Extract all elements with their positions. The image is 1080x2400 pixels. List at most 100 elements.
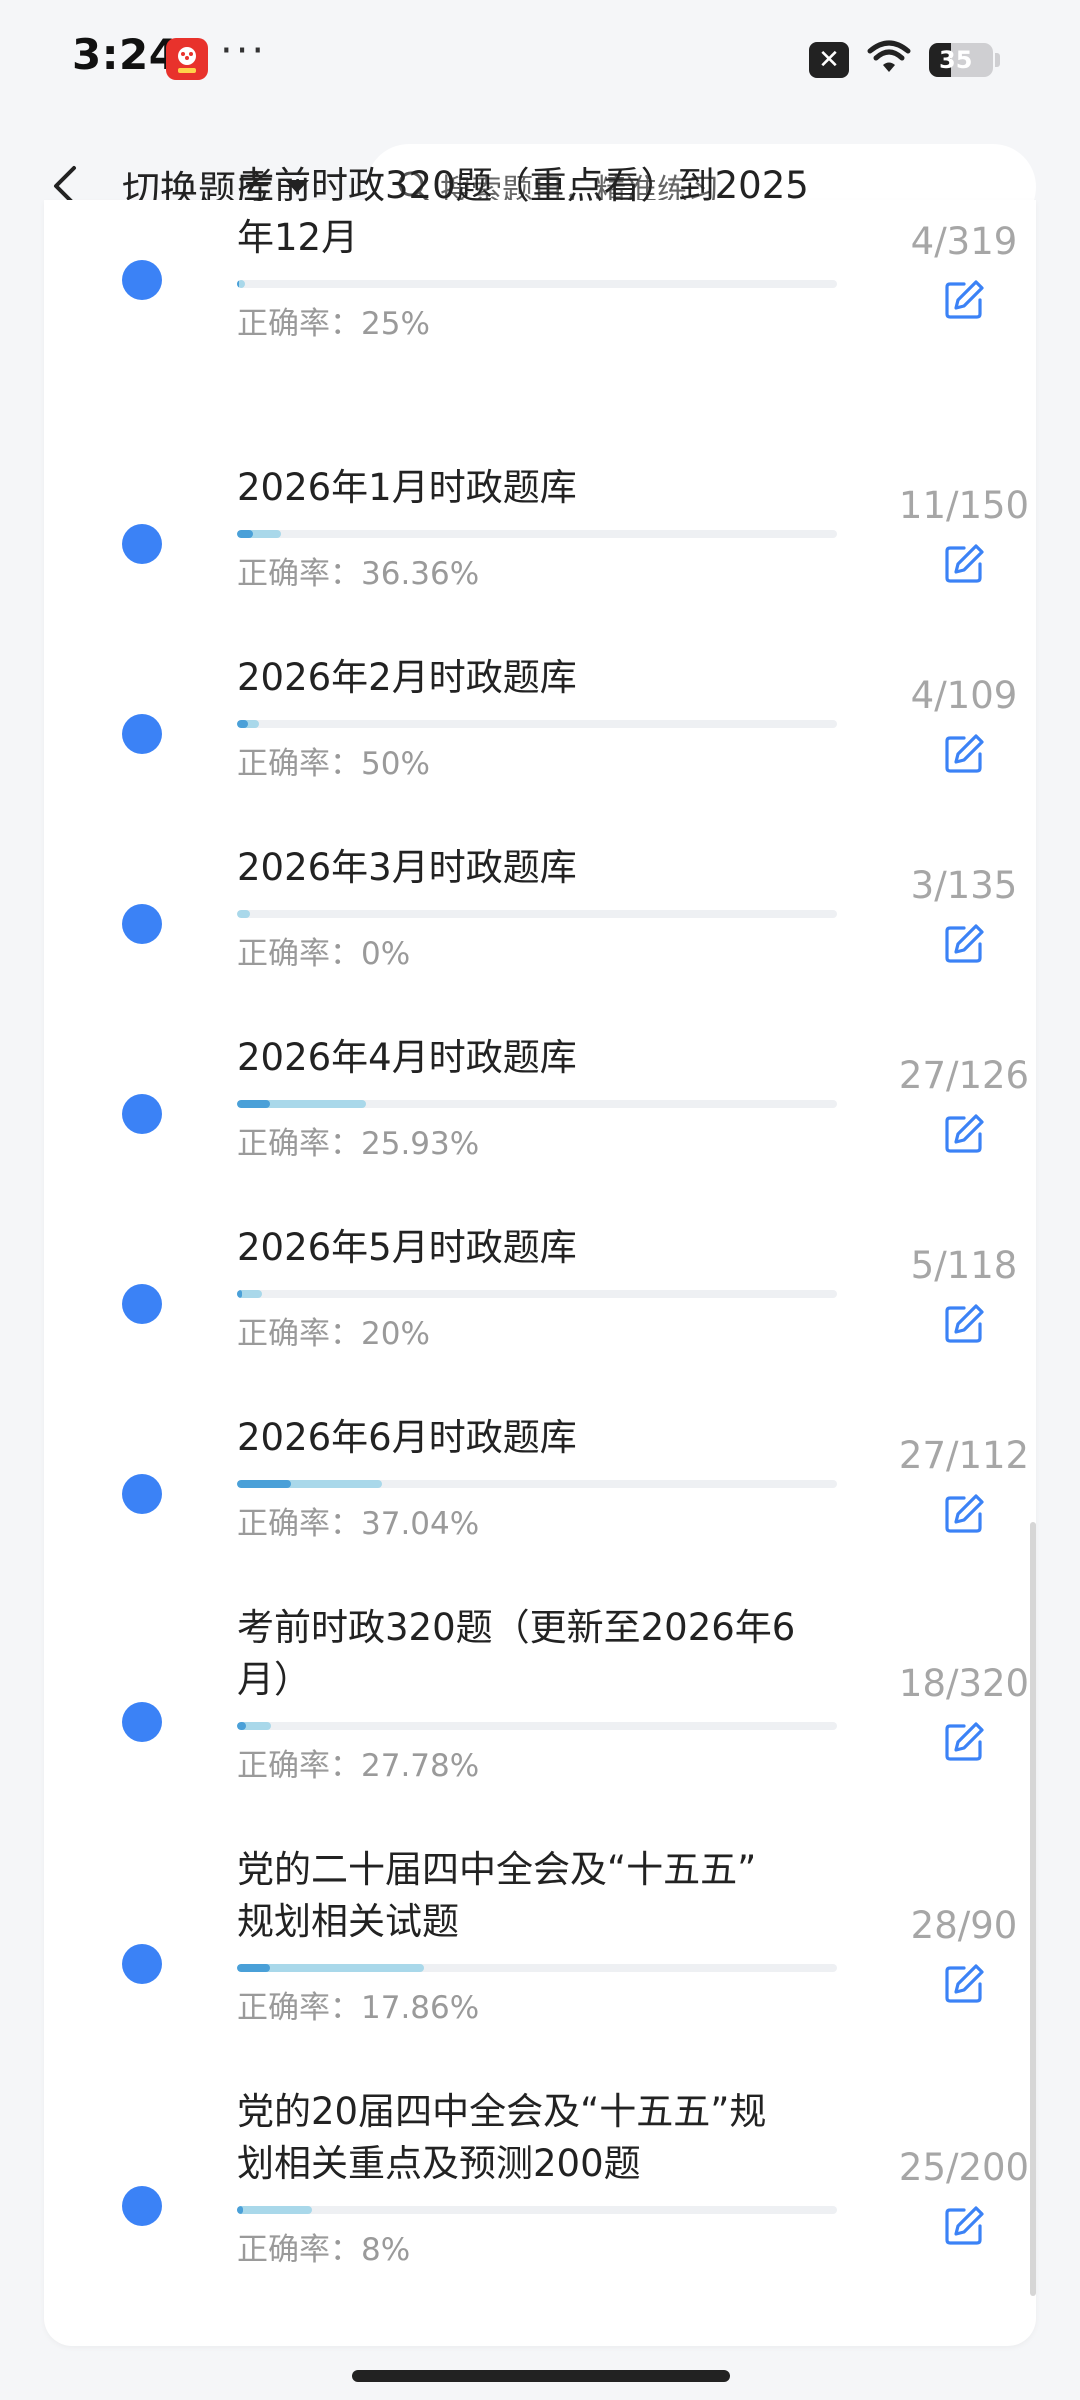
edit-icon	[945, 924, 984, 963]
question-bank-card: 考前时政320题（重点看）到2025 年12月正确率：25% 4/319 2026年1…	[44, 164, 1036, 2346]
accuracy-rate: 正确率：36.36%	[237, 556, 480, 592]
status-dot	[122, 524, 162, 564]
progress-correct	[237, 1480, 291, 1488]
status-dot	[122, 260, 162, 300]
question-bank-item[interactable]: 2026年4月时政题库正确率：25.93% 27/126	[44, 1032, 1036, 1222]
progress-count: 3/135	[910, 864, 1018, 907]
status-bar: 3:24 ··· ✕ 35	[0, 0, 1080, 120]
bank-title: 党的20届四中全会及“十五五”规 划相关重点及预测200题	[237, 2086, 877, 2190]
status-time: 3:24	[72, 30, 179, 79]
bank-title-line: 考前时政320题（重点看）到2025	[237, 164, 809, 207]
bank-title-line: 月）	[237, 1658, 311, 1701]
accuracy-rate: 正确率：25%	[237, 306, 430, 342]
status-dot	[122, 714, 162, 754]
status-dot	[122, 2186, 162, 2226]
practice-edit-button[interactable]	[914, 274, 1014, 326]
progress-bar	[237, 1722, 837, 1730]
question-bank-item[interactable]: 2026年5月时政题库正确率：20% 5/118	[44, 1222, 1036, 1412]
accuracy-rate: 正确率：37.04%	[237, 1506, 480, 1542]
progress-correct	[237, 720, 248, 728]
edit-icon	[945, 544, 984, 583]
bank-title: 考前时政320题（重点看）到2025 年12月	[237, 160, 877, 264]
progress-correct	[237, 280, 239, 288]
accuracy-rate: 正确率：27.78%	[237, 1748, 480, 1784]
more-notifications-icon: ···	[220, 28, 268, 74]
progress-bar	[237, 280, 837, 288]
practice-edit-button[interactable]	[914, 538, 1014, 590]
edit-icon	[945, 734, 984, 773]
progress-attempted	[237, 2206, 312, 2214]
status-dot	[122, 1284, 162, 1324]
question-bank-item[interactable]: 2026年3月时政题库 正确率：0% 3/135	[44, 842, 1036, 1032]
question-bank-item[interactable]: 党的20届四中全会及“十五五”规 划相关重点及预测200题 正确率：8% 25/200	[44, 2086, 1036, 2326]
bank-title: 2026年5月时政题库	[237, 1226, 577, 1269]
bank-title-line: 规划相关试题	[237, 1900, 459, 1943]
progress-bar	[237, 910, 837, 918]
progress-bar	[237, 1964, 837, 1972]
progress-count: 5/118	[910, 1244, 1018, 1287]
status-dot	[122, 1094, 162, 1134]
edit-icon	[945, 280, 984, 319]
practice-edit-button[interactable]	[914, 1298, 1014, 1350]
progress-bar	[237, 1290, 837, 1298]
edit-icon	[945, 1304, 984, 1343]
bank-title: 2026年1月时政题库	[237, 466, 577, 509]
wifi-icon	[867, 40, 911, 80]
practice-edit-button[interactable]	[914, 1108, 1014, 1160]
question-bank-item[interactable]: 2026年2月时政题库正确率：50% 4/109	[44, 652, 1036, 842]
bank-title-line: 考前时政320题（更新至2026年6	[237, 1606, 796, 1649]
edit-icon	[945, 1964, 984, 2003]
shopping-app-icon	[166, 38, 208, 80]
status-dot	[122, 1944, 162, 1984]
progress-bar	[237, 530, 837, 538]
close-box-icon: ✕	[809, 42, 849, 78]
question-bank-item[interactable]: 党的二十届四中全会及“十五五” 规划相关试题 正确率：17.86% 28/90	[44, 1844, 1036, 2084]
progress-correct	[237, 2206, 243, 2214]
practice-edit-button[interactable]	[914, 918, 1014, 970]
edit-icon	[945, 2206, 984, 2245]
progress-correct	[237, 1964, 271, 1972]
accuracy-rate: 正确率：50%	[237, 746, 430, 782]
progress-bar	[237, 1480, 837, 1488]
progress-count: 4/319	[910, 220, 1018, 263]
progress-bar	[237, 1100, 837, 1108]
progress-bar	[237, 2206, 837, 2214]
accuracy-rate: 正确率：25.93%	[237, 1126, 480, 1162]
accuracy-rate: 正确率：8%	[237, 2232, 411, 2268]
question-bank-item[interactable]: 考前时政320题（更新至2026年6 月） 正确率：27.78% 18/320	[44, 1602, 1036, 1842]
edit-icon	[945, 1494, 984, 1533]
practice-edit-button[interactable]	[914, 2200, 1014, 2252]
progress-count: 4/109	[910, 674, 1018, 717]
accuracy-rate: 正确率：17.86%	[237, 1990, 480, 2026]
practice-edit-button[interactable]	[914, 1488, 1014, 1540]
bank-title: 2026年6月时政题库	[237, 1416, 577, 1459]
status-dot	[122, 1474, 162, 1514]
edit-icon	[945, 1722, 984, 1761]
bank-title-line: 年12月	[237, 216, 359, 259]
practice-edit-button[interactable]	[914, 1958, 1014, 2010]
progress-attempted	[237, 910, 251, 918]
practice-edit-button[interactable]	[914, 1716, 1014, 1768]
bank-title-line: 划相关重点及预测200题	[237, 2142, 641, 2185]
battery-level: 35	[939, 46, 973, 74]
battery-icon: 35	[929, 43, 993, 77]
bank-title: 党的二十届四中全会及“十五五” 规划相关试题	[237, 1844, 877, 1948]
scrollbar[interactable]	[1030, 1522, 1036, 2296]
progress-count: 11/150	[898, 484, 1030, 527]
bank-title-line: 党的二十届四中全会及“十五五”	[237, 1848, 757, 1891]
edit-icon	[945, 1114, 984, 1153]
question-bank-item[interactable]: 2026年6月时政题库 正确率：37.04% 27/112	[44, 1412, 1036, 1602]
progress-correct	[237, 1290, 243, 1298]
bank-title: 2026年2月时政题库	[237, 656, 577, 699]
bank-title: 2026年4月时政题库	[237, 1036, 577, 1079]
accuracy-rate: 正确率：20%	[237, 1316, 430, 1352]
progress-bar	[237, 720, 837, 728]
question-bank-item[interactable]: 2026年1月时政题库正确率：36.36% 11/150	[44, 462, 1036, 652]
question-bank-item[interactable]: 考前时政320题（重点看）到2025 年12月正确率：25% 4/319	[44, 160, 1036, 400]
practice-edit-button[interactable]	[914, 728, 1014, 780]
progress-correct	[237, 1100, 271, 1108]
home-gesture-bar[interactable]	[352, 2370, 730, 2382]
progress-count: 27/126	[898, 1054, 1030, 1097]
progress-correct	[237, 530, 253, 538]
accuracy-rate: 正确率：0%	[237, 936, 411, 972]
